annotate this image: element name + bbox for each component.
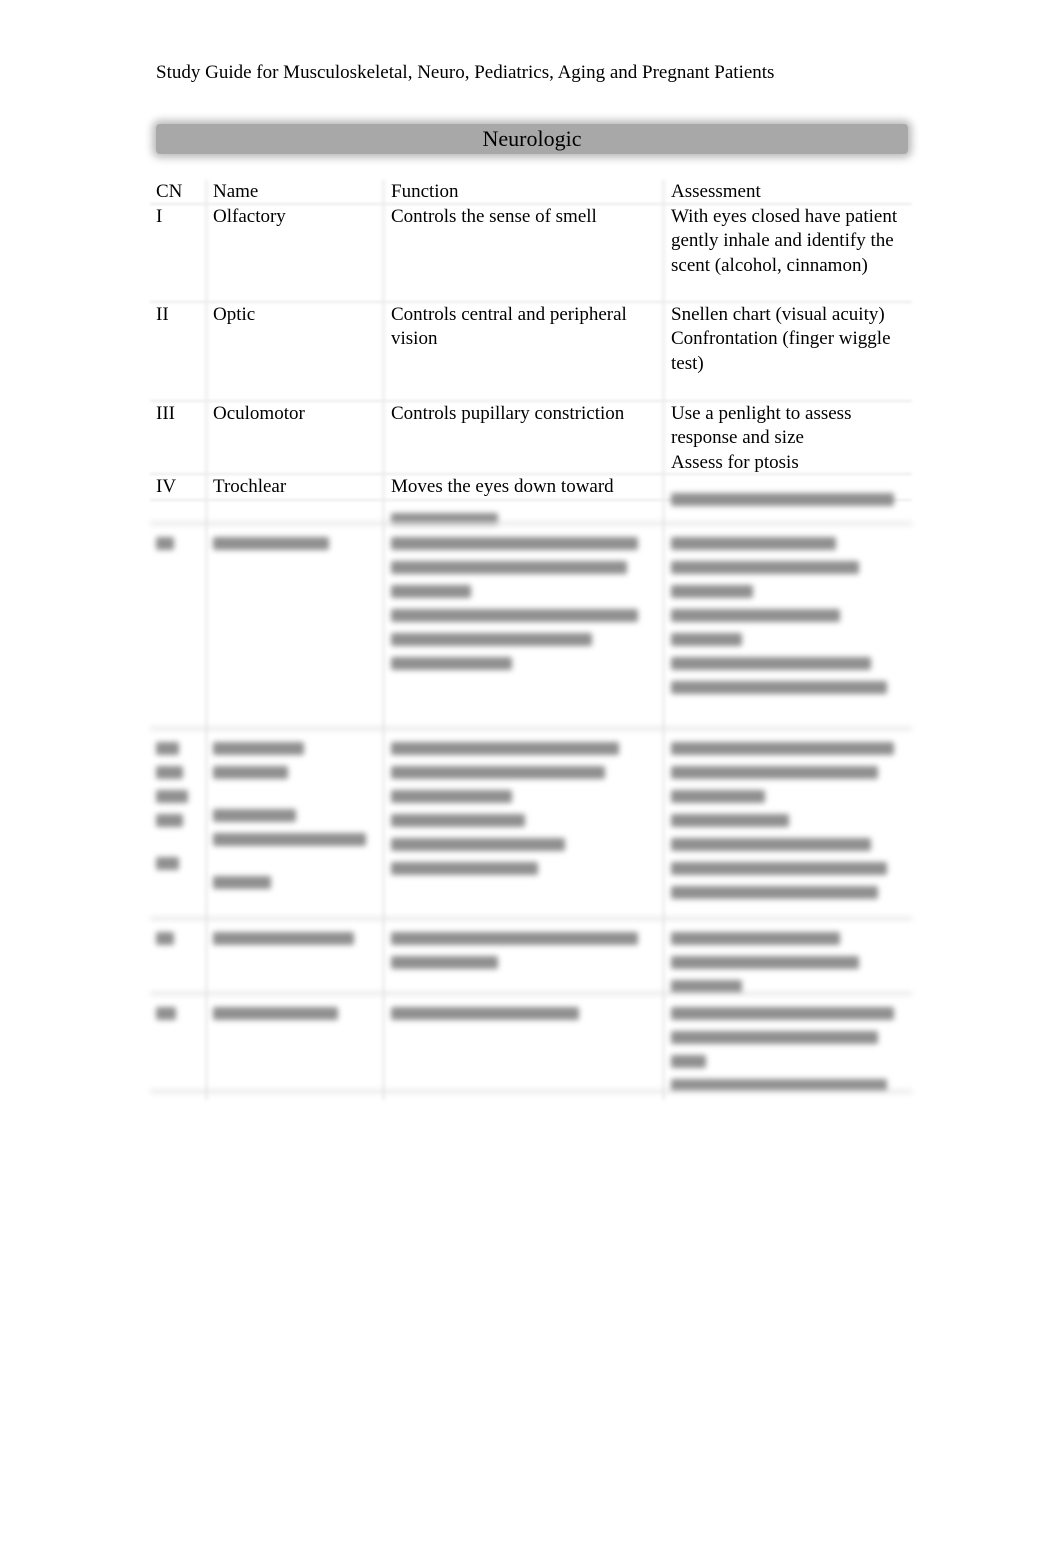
table-header-row: CN Name Function Assessment xyxy=(150,180,912,205)
blurred-row xyxy=(150,525,912,730)
document-header: Study Guide for Musculoskeletal, Neuro, … xyxy=(156,62,775,83)
table-row: I Olfactory Controls the sense of smell … xyxy=(150,205,912,303)
nerve-name: Olfactory xyxy=(213,205,286,227)
column-header-assessment: Assessment xyxy=(671,181,761,202)
nerve-name: Trochlear xyxy=(213,475,287,497)
blurred-row xyxy=(150,493,912,526)
nerve-assessment: Use a penlight to assess response and si… xyxy=(671,402,852,473)
nerve-function: Controls pupillary constriction xyxy=(391,402,625,424)
blurred-row xyxy=(150,920,912,995)
nerve-function: Moves the eyes down toward xyxy=(391,475,614,497)
nerve-assessment: Snellen chart (visual acuity) Confrontat… xyxy=(671,303,891,374)
table-row: II Optic Controls central and peripheral… xyxy=(150,303,912,402)
nerve-function: Controls the sense of smell xyxy=(391,205,597,227)
cn-number: IV xyxy=(156,475,177,497)
cn-number: I xyxy=(156,205,163,227)
section-title: Neurologic xyxy=(482,126,582,151)
nerve-name: Optic xyxy=(213,303,256,325)
column-header-cn: CN xyxy=(156,181,183,202)
nerve-name: Oculomotor xyxy=(213,402,305,424)
column-header-name: Name xyxy=(213,181,259,202)
cn-number: III xyxy=(156,402,175,424)
blurred-content-region xyxy=(150,493,912,1100)
nerve-assessment: With eyes closed have patient gently inh… xyxy=(671,205,898,276)
nerve-function: Controls central and peripheral vision xyxy=(391,303,627,350)
blurred-row xyxy=(150,730,912,920)
cranial-nerves-table: CN Name Function Assessment I Olfactory … xyxy=(150,180,912,501)
cn-number: II xyxy=(156,303,169,325)
column-header-function: Function xyxy=(391,181,459,202)
blurred-row xyxy=(150,995,912,1093)
table-row: III Oculomotor Controls pupillary constr… xyxy=(150,402,912,475)
